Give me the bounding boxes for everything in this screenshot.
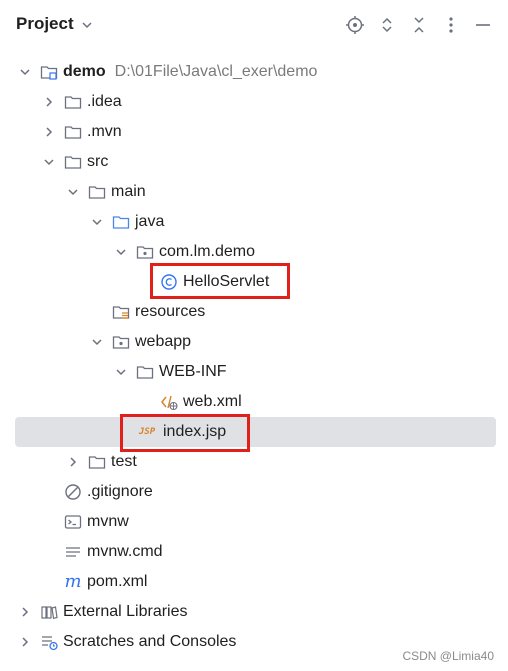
watermark: CSDN @Limia40 [402, 649, 494, 663]
folder-icon [64, 153, 82, 171]
gitignore-label: .gitignore [87, 483, 153, 500]
external-libraries-label: External Libraries [63, 603, 188, 620]
tree-node-index-jsp[interactable]: JSP index.jsp [0, 417, 508, 447]
source-folder-icon [112, 213, 130, 231]
jsp-badge: JSP [138, 427, 156, 437]
java-label: java [135, 213, 165, 230]
project-header: Project [0, 0, 508, 52]
package-icon [136, 243, 154, 261]
shell-script-icon [64, 513, 82, 531]
tree-node-mvn[interactable]: .mvn [0, 117, 508, 147]
chevron-down-icon[interactable] [114, 245, 128, 259]
xml-file-icon [160, 393, 178, 411]
hello-servlet-label: HelloServlet [183, 273, 270, 290]
mvnw-cmd-label: mvnw.cmd [87, 543, 163, 560]
resources-folder-icon [112, 303, 130, 321]
chevron-right-icon[interactable] [42, 95, 56, 109]
project-view-selector[interactable]: Project [16, 14, 94, 34]
jsp-file-icon: JSP [136, 423, 158, 441]
main-label: main [111, 183, 146, 200]
tree-node-webapp[interactable]: webapp [0, 327, 508, 357]
chevron-down-icon[interactable] [90, 335, 104, 349]
expand-all-icon[interactable] [376, 14, 398, 36]
tree-node-mvnw-cmd[interactable]: mvnw.cmd [0, 537, 508, 567]
src-label: src [87, 153, 109, 170]
folder-icon [64, 93, 82, 111]
webapp-label: webapp [135, 333, 192, 350]
tree-node-hello-servlet[interactable]: HelloServlet [0, 267, 508, 297]
web-xml-label: web.xml [183, 393, 242, 410]
test-label: test [111, 453, 137, 470]
project-title: Project [16, 14, 74, 33]
tree-node-external-libraries[interactable]: External Libraries [0, 597, 508, 627]
folder-icon [88, 453, 106, 471]
text-file-icon [64, 543, 82, 561]
library-icon [40, 603, 58, 621]
mvnw-label: mvnw [87, 513, 129, 530]
web-inf-label: WEB-INF [159, 363, 227, 380]
tree-node-resources[interactable]: resources [0, 297, 508, 327]
chevron-down-icon[interactable] [42, 155, 56, 169]
toolbar [344, 14, 494, 36]
chevron-right-icon[interactable] [42, 125, 56, 139]
chevron-down-icon[interactable] [66, 185, 80, 199]
tree-node-web-inf[interactable]: WEB-INF [0, 357, 508, 387]
chevron-down-icon [80, 17, 94, 31]
root-path: D:\01File\Java\cl_exer\demo [114, 63, 318, 80]
maven-m-glyph: m [64, 571, 82, 592]
index-jsp-label: index.jsp [163, 423, 227, 440]
tree-node-test[interactable]: test [0, 447, 508, 477]
idea-label: .idea [87, 93, 122, 110]
tree-node-demo[interactable]: demo D:\01File\Java\cl_exer\demo [0, 57, 508, 87]
class-icon [160, 273, 178, 291]
folder-icon [136, 363, 154, 381]
web-folder-icon [112, 333, 130, 351]
hide-icon[interactable] [472, 14, 494, 36]
idea-text: idea [91, 93, 122, 110]
tree-node-package[interactable]: com.lm.demo [0, 237, 508, 267]
chevron-down-icon[interactable] [114, 365, 128, 379]
mvn-text: mvn [91, 123, 122, 140]
mvn-label: .mvn [87, 123, 122, 140]
scratches-label: Scratches and Consoles [63, 633, 237, 650]
tree-node-src[interactable]: src [0, 147, 508, 177]
chevron-down-icon[interactable] [90, 215, 104, 229]
options-menu-icon[interactable] [440, 14, 462, 36]
project-tree: demo D:\01File\Java\cl_exer\demo .idea .… [0, 57, 508, 657]
folder-icon [64, 123, 82, 141]
locate-icon[interactable] [344, 14, 366, 36]
chevron-right-icon[interactable] [18, 635, 32, 649]
tree-node-mvnw[interactable]: mvnw [0, 507, 508, 537]
package-label: com.lm.demo [159, 243, 256, 260]
chevron-down-icon[interactable] [18, 65, 32, 79]
folder-icon [88, 183, 106, 201]
maven-icon: m [64, 573, 82, 591]
tree-node-gitignore[interactable]: .gitignore [0, 477, 508, 507]
tree-node-pom-xml[interactable]: m pom.xml [0, 567, 508, 597]
tree-node-main[interactable]: main [0, 177, 508, 207]
scratches-icon [40, 633, 58, 651]
collapse-all-icon[interactable] [408, 14, 430, 36]
chevron-right-icon[interactable] [18, 605, 32, 619]
pom-xml-label: pom.xml [87, 573, 148, 590]
project-tool-window: Project demo D:\01File\Java\cl_exer\demo… [0, 0, 508, 671]
chevron-right-icon[interactable] [66, 455, 80, 469]
tree-node-web-xml[interactable]: web.xml [0, 387, 508, 417]
ignore-file-icon [64, 483, 82, 501]
tree-node-java[interactable]: java [0, 207, 508, 237]
tree-node-idea[interactable]: .idea [0, 87, 508, 117]
module-folder-icon [40, 63, 58, 81]
root-label: demo [63, 63, 106, 80]
resources-label: resources [135, 303, 206, 320]
